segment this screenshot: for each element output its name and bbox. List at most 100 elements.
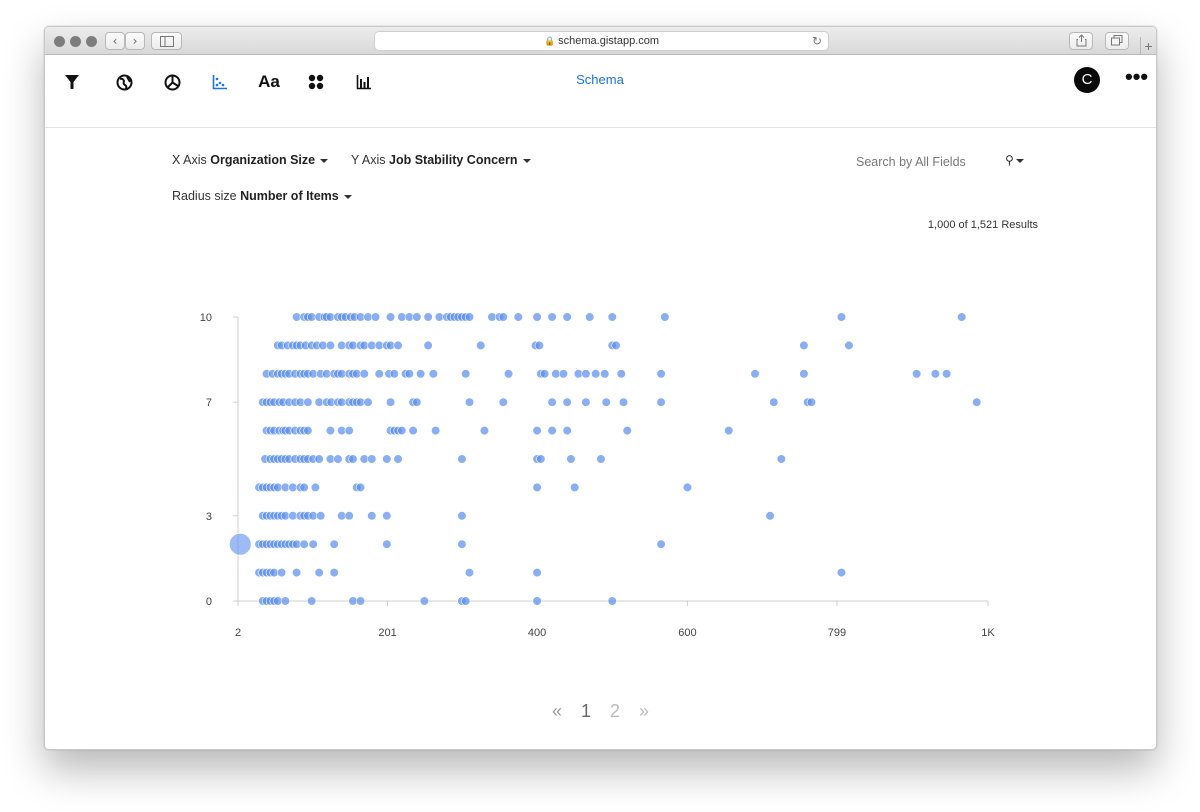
browser-titlebar: ‹ › 🔒 schema.gistapp.com ↻ + — [45, 27, 1156, 55]
data-point — [836, 312, 847, 322]
data-point — [325, 340, 336, 351]
zoom-window-button[interactable] — [86, 36, 97, 47]
data-point — [581, 397, 591, 407]
data-point — [616, 369, 626, 379]
data-point — [316, 511, 326, 521]
data-point — [498, 397, 508, 407]
data-point — [607, 596, 617, 606]
new-tab-button[interactable]: + — [1140, 37, 1156, 55]
data-point — [972, 397, 982, 407]
data-point — [591, 369, 601, 379]
y-tick-label: 7 — [206, 397, 212, 409]
data-point — [844, 340, 854, 351]
data-point — [457, 539, 467, 549]
data-point — [607, 312, 617, 322]
data-point — [348, 454, 358, 464]
data-point — [333, 454, 343, 464]
data-point — [765, 511, 775, 521]
data-point — [382, 511, 392, 521]
data-point — [547, 397, 557, 407]
page-content: Aa Schema C ••• X Axis Organization Size… — [45, 55, 1156, 749]
address-bar[interactable]: 🔒 schema.gistapp.com ↻ — [374, 31, 829, 51]
data-point — [457, 511, 467, 521]
data-point — [461, 596, 471, 606]
data-point — [370, 312, 381, 322]
data-point — [570, 482, 580, 493]
x-tick-label: 1K — [981, 627, 995, 639]
data-point — [303, 426, 313, 436]
data-point — [423, 312, 433, 322]
data-point — [912, 369, 922, 379]
data-point — [404, 369, 414, 379]
data-point — [299, 539, 309, 549]
data-point — [431, 426, 441, 436]
close-window-button[interactable] — [54, 36, 65, 47]
data-point — [776, 454, 786, 464]
y-tick-label: 0 — [206, 596, 212, 608]
pagination-prev[interactable]: « — [552, 701, 562, 722]
data-point — [547, 312, 557, 322]
data-point — [385, 312, 396, 322]
data-point — [503, 369, 514, 379]
data-point — [532, 312, 542, 322]
data-point — [806, 397, 816, 407]
data-point — [566, 454, 576, 464]
data-point — [656, 369, 666, 379]
data-point — [412, 312, 422, 322]
tabs-icon — [1111, 35, 1123, 46]
data-point — [957, 312, 967, 322]
data-point — [942, 369, 952, 379]
data-point — [363, 397, 373, 407]
data-point — [292, 567, 302, 578]
data-point — [307, 596, 317, 606]
back-button[interactable]: ‹ — [105, 32, 125, 50]
data-point — [355, 596, 366, 606]
data-point — [419, 596, 429, 606]
data-point-large — [228, 532, 252, 556]
data-point — [562, 312, 572, 322]
data-point — [660, 312, 670, 322]
x-tick-label: 2 — [235, 627, 241, 639]
data-point — [540, 369, 550, 379]
browser-window: ‹ › 🔒 schema.gistapp.com ↻ + Aa Schema C… — [44, 26, 1157, 750]
data-point — [682, 482, 692, 493]
data-point — [382, 539, 392, 549]
data-point — [408, 426, 418, 436]
data-point — [464, 312, 475, 322]
data-point — [930, 369, 940, 379]
data-point — [299, 482, 309, 493]
page-2-link[interactable]: 2 — [610, 701, 620, 722]
forward-button[interactable]: › — [125, 32, 145, 50]
data-point — [656, 397, 666, 407]
data-point — [532, 482, 542, 493]
data-point — [618, 397, 629, 407]
data-point — [476, 340, 486, 351]
data-point — [724, 426, 734, 436]
y-tick-label: 3 — [206, 511, 212, 523]
data-point — [769, 397, 779, 407]
scatter-chart: 0 3 7 10 2 201 400 600 799 1K — [200, 312, 996, 639]
data-point — [374, 369, 384, 379]
data-point — [581, 369, 591, 379]
pagination-next[interactable]: » — [639, 701, 649, 722]
share-button[interactable] — [1069, 32, 1093, 50]
share-icon — [1076, 34, 1086, 47]
data-point — [601, 397, 611, 407]
tabs-overview-button[interactable] — [1105, 32, 1129, 50]
data-point — [367, 511, 377, 521]
data-point — [310, 482, 321, 493]
page-1-link[interactable]: 1 — [581, 701, 591, 722]
data-point — [536, 454, 546, 464]
data-point — [359, 369, 369, 379]
minimize-window-button[interactable] — [70, 36, 81, 47]
data-point — [355, 482, 366, 493]
data-point — [303, 397, 313, 407]
data-point — [611, 340, 621, 351]
x-tick-label: 799 — [828, 627, 846, 639]
data-point — [329, 567, 339, 578]
reload-icon[interactable]: ↻ — [812, 32, 822, 50]
sidebar-toggle-button[interactable] — [151, 32, 182, 50]
data-point — [385, 397, 396, 407]
pagination: « 1 2 » — [45, 701, 1156, 722]
url-text: schema.gistapp.com — [558, 35, 660, 47]
